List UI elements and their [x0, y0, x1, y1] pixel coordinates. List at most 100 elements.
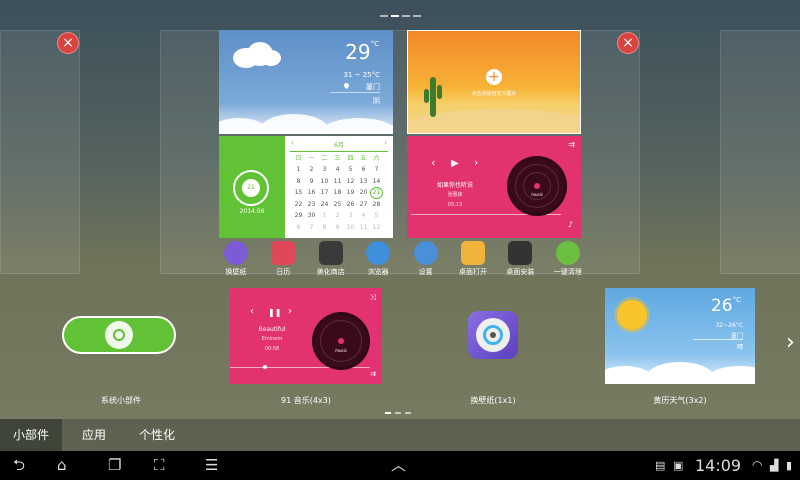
- calendar-day[interactable]: 22: [292, 199, 305, 211]
- calendar-next-icon[interactable]: ›: [384, 139, 387, 147]
- play-icon[interactable]: ▶: [451, 158, 459, 169]
- calendar-weekday: 二: [321, 155, 328, 162]
- weather-divider: [330, 92, 380, 93]
- prev-track-icon[interactable]: ‹: [431, 156, 435, 169]
- calendar-day[interactable]: 21: [370, 187, 383, 199]
- calendar-day[interactable]: 13: [357, 176, 370, 188]
- calendar-day[interactable]: 17: [318, 187, 331, 199]
- music-widget-4x3-preview[interactable]: ⤨ ‹ ❚❚ › Beautiful Eminem 00:58 music ⇉: [230, 288, 382, 384]
- calendar-day[interactable]: 24: [318, 199, 331, 211]
- tab-apps[interactable]: 应用: [70, 419, 118, 451]
- calendar-day[interactable]: 10: [344, 222, 357, 234]
- wallpaper-icon: [224, 241, 248, 265]
- calendar-day[interactable]: 11: [331, 176, 344, 188]
- calendar-day[interactable]: 5: [370, 210, 383, 222]
- tab-widgets[interactable]: 小部件: [0, 419, 62, 451]
- calendar-day[interactable]: 26: [344, 199, 357, 211]
- calendar-day[interactable]: 6: [292, 222, 305, 234]
- calendar-day[interactable]: 12: [344, 176, 357, 188]
- calendar-weekday: 一: [308, 155, 315, 162]
- calendar-day[interactable]: 9: [331, 222, 344, 234]
- tab-personalize[interactable]: 个性化: [128, 419, 186, 451]
- playlist-icon[interactable]: ⇉: [568, 140, 575, 149]
- disc-label: music: [531, 192, 543, 197]
- home-page-preview-right[interactable]: [720, 30, 800, 274]
- calendar-day[interactable]: 7: [305, 222, 318, 234]
- status-time: 14:09: [695, 456, 742, 475]
- calendar-day[interactable]: 8: [292, 176, 305, 188]
- calendar-day[interactable]: 4: [357, 210, 370, 222]
- calendar-day[interactable]: 18: [331, 187, 344, 199]
- dock-app-planet[interactable]: 浏览器: [353, 241, 403, 277]
- tray-label-system: 系统小部件: [101, 396, 141, 405]
- tray-label-weather: 黄历天气(3x2): [653, 396, 707, 405]
- tray-next-icon[interactable]: ›: [786, 330, 795, 355]
- calendar-day[interactable]: 29: [292, 210, 305, 222]
- location-pin-icon: [342, 81, 351, 90]
- calendar-day[interactable]: 3: [318, 164, 331, 176]
- dock-app-folder[interactable]: 桌面打开: [448, 241, 498, 277]
- prev-track-icon: ‹: [250, 306, 254, 317]
- calendar-day[interactable]: 1: [318, 210, 331, 222]
- calendar-day[interactable]: 8: [318, 222, 331, 234]
- calendar-day[interactable]: 2: [331, 210, 344, 222]
- calendar-day[interactable]: 15: [292, 187, 305, 199]
- dock-app-tuxedo[interactable]: 美化商店: [306, 241, 356, 277]
- dock-app-clean[interactable]: 一键清理: [543, 241, 593, 277]
- dock-app-calendar[interactable]: 日历: [258, 241, 308, 277]
- calendar-day[interactable]: 7: [370, 164, 383, 176]
- calendar-day[interactable]: 27: [357, 199, 370, 211]
- calendar-day[interactable]: 2: [305, 164, 318, 176]
- calendar-day[interactable]: 11: [357, 222, 370, 234]
- weather-widget-3x2-preview[interactable]: 26°C 32~26°C 厦门 晴: [605, 288, 755, 384]
- calendar-widget-summary[interactable]: 21 2014.06: [219, 136, 285, 238]
- weather-condition: 晴: [736, 344, 743, 351]
- dock-app-speaker[interactable]: 桌面安装: [495, 241, 545, 277]
- calendar-day[interactable]: 28: [370, 199, 383, 211]
- calendar-day[interactable]: 3: [344, 210, 357, 222]
- music-widget[interactable]: ⇉ ‹ ▶ › 如果你也听说 张惠妹 05:13 music ♪: [407, 136, 581, 238]
- calendar-day[interactable]: 16: [305, 187, 318, 199]
- weather-unit: °C: [732, 296, 741, 304]
- system-widget-preview[interactable]: [62, 316, 176, 354]
- calendar-day[interactable]: 1: [292, 164, 305, 176]
- calendar-day[interactable]: 6: [357, 164, 370, 176]
- calendar-month-label: 6月: [334, 142, 344, 149]
- screenshot-icon[interactable]: ⛶: [154, 457, 165, 474]
- calendar-day[interactable]: 9: [305, 176, 318, 188]
- calendar-year-month: 2014.06: [239, 208, 265, 215]
- dock-app-gear[interactable]: 设置: [401, 241, 451, 277]
- menu-icon[interactable]: ☰: [205, 457, 218, 474]
- next-track-icon[interactable]: ›: [474, 156, 478, 169]
- calendar-day[interactable]: 5: [344, 164, 357, 176]
- battery-icon: ▮: [786, 459, 793, 472]
- weather-location: 厦门: [366, 83, 380, 91]
- calendar-day[interactable]: 4: [331, 164, 344, 176]
- shuffle-icon: ⤨: [369, 293, 376, 302]
- calendar-weekday: 四: [347, 155, 354, 162]
- back-icon[interactable]: ⮌: [13, 457, 25, 474]
- calendar-day[interactable]: 19: [344, 187, 357, 199]
- dock-app-wallpaper[interactable]: 换壁纸: [211, 241, 261, 277]
- home-icon[interactable]: ⌂: [57, 457, 67, 474]
- chevron-up-icon[interactable]: ︿: [391, 457, 406, 474]
- gear-icon: [413, 241, 438, 265]
- close-page-button[interactable]: ×: [57, 32, 79, 54]
- calendar-day[interactable]: 25: [331, 199, 344, 211]
- home-page-preview-left[interactable]: [0, 30, 80, 274]
- calendar-day[interactable]: 20: [357, 187, 370, 199]
- calendar-day[interactable]: 14: [370, 176, 383, 188]
- calendar-month-grid[interactable]: ‹ 6月 › 日一二三四五六 1 2 3 4 5 6 7 8 9 10 11 12 13 14 15 16 17…: [285, 136, 393, 238]
- wallpaper-app-icon[interactable]: [468, 311, 518, 359]
- sun-icon: [617, 300, 647, 330]
- recent-apps-icon[interactable]: ❐: [108, 457, 121, 474]
- weather-widget[interactable]: 29°C 31 ~ 25°C 厦门 阴: [219, 30, 393, 134]
- close-page-button[interactable]: ×: [617, 32, 639, 54]
- calendar-day[interactable]: 10: [318, 176, 331, 188]
- calendar-day[interactable]: 23: [305, 199, 318, 211]
- calendar-icon: [271, 241, 296, 265]
- add-photo-icon[interactable]: +: [486, 69, 502, 85]
- calendar-day[interactable]: 12: [370, 222, 383, 234]
- photo-widget[interactable]: + 点击添加自定义图片: [407, 30, 581, 134]
- calendar-day[interactable]: 30: [305, 210, 318, 222]
